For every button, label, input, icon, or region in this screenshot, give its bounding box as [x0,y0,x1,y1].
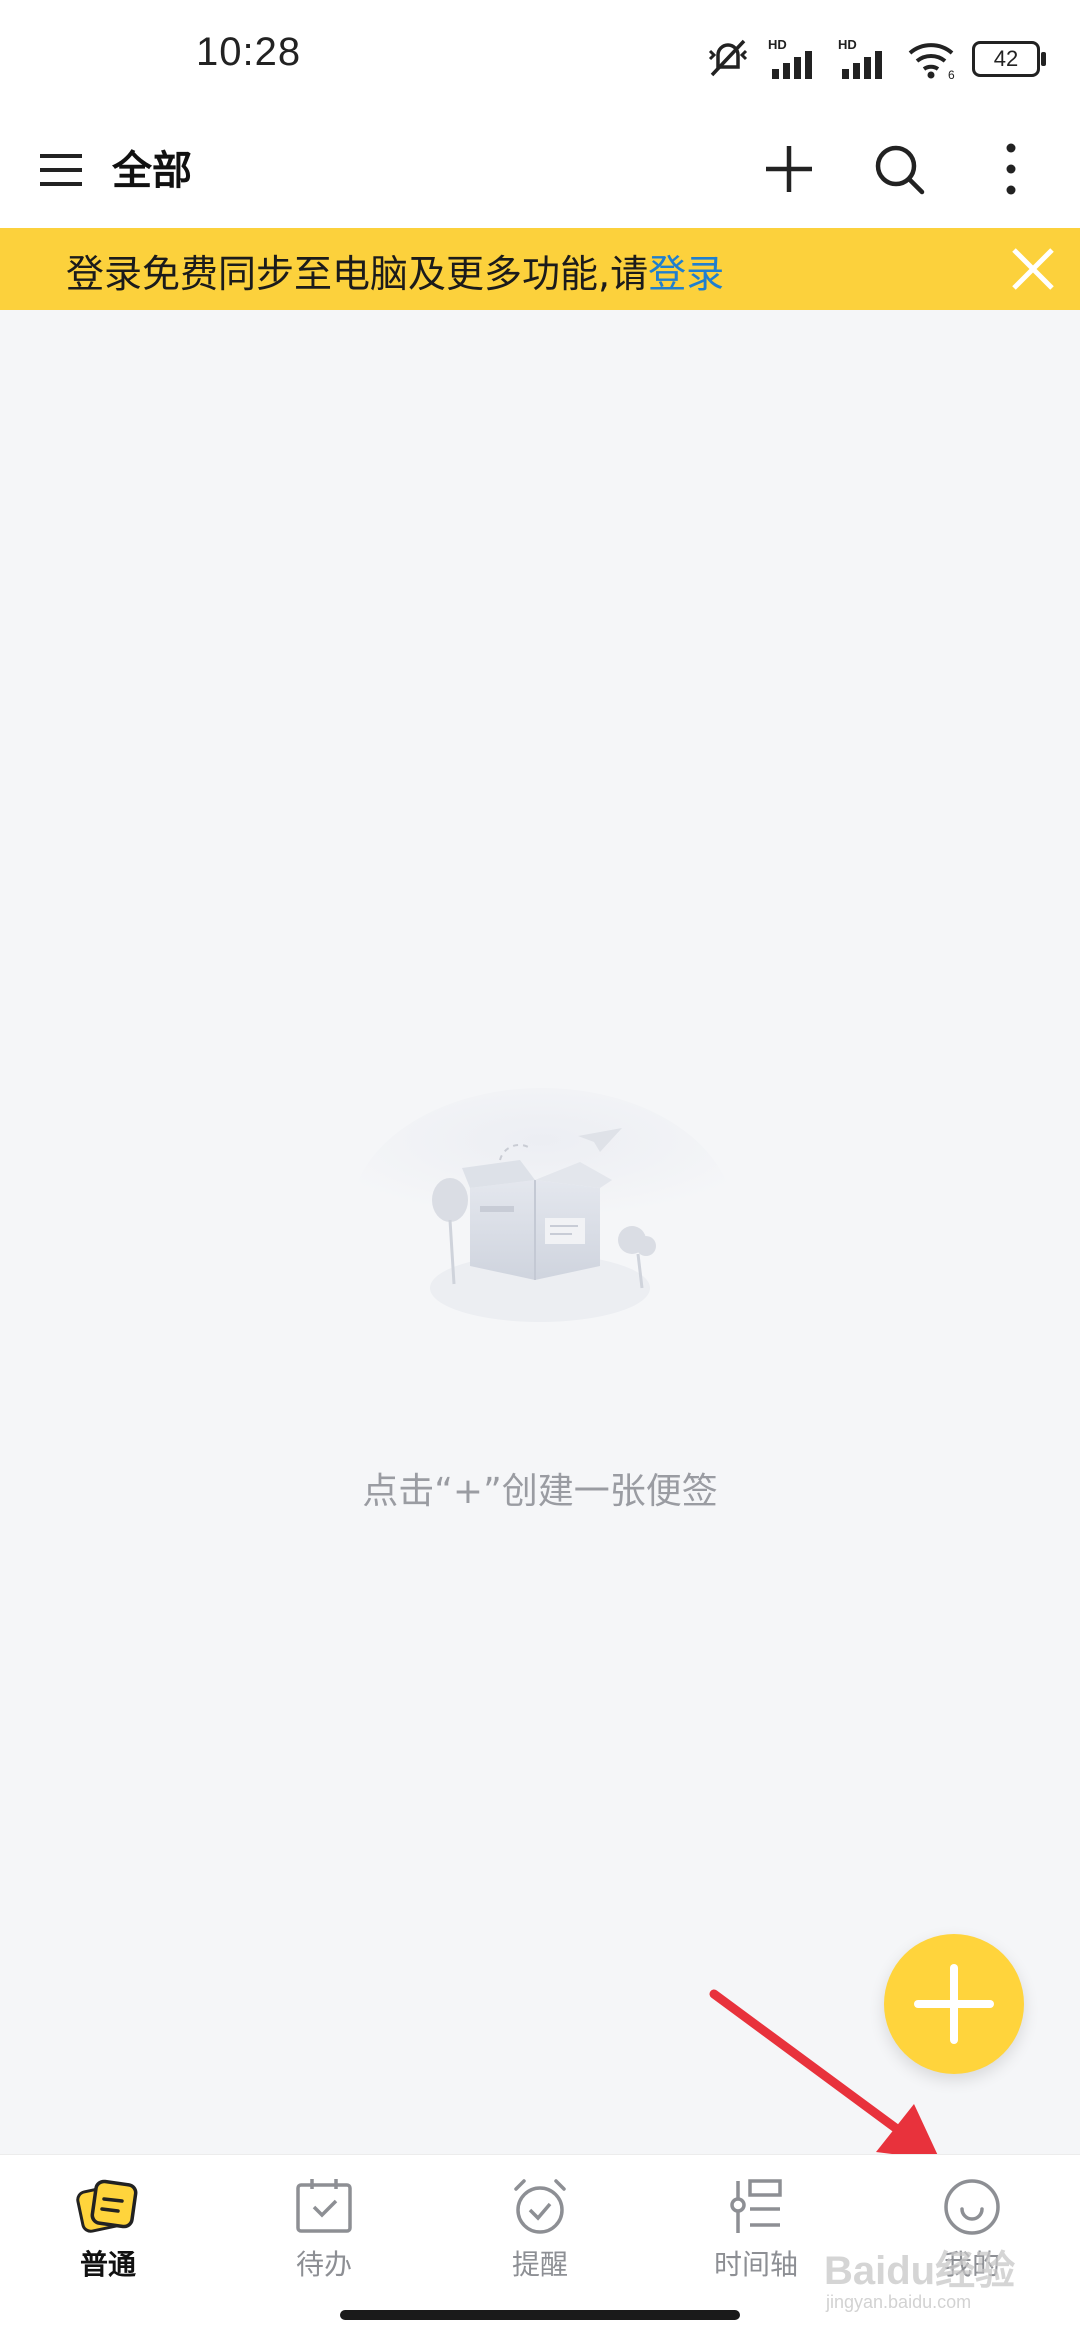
nav-label-normal: 普通 [79,2248,136,2281]
menu-icon[interactable] [36,140,86,200]
nav-label-todo: 待办 [295,2248,352,2281]
page-title[interactable]: 全部 [112,138,192,196]
status-bar: 10:28 HD HD 6 42 [0,0,1080,112]
timeline-icon [730,2179,782,2233]
empty-state-message: 点击“+”创建一张便签 [362,1471,718,1512]
add-icon[interactable] [754,134,824,204]
alarm-clock-icon [514,2179,566,2234]
signal-1-hd-label: HD [768,37,787,52]
nav-item-normal[interactable]: 普通 [0,2175,216,2285]
svg-text:6: 6 [948,68,955,81]
add-note-button[interactable] [884,1934,1024,2074]
nav-label-reminder: 提醒 [511,2248,568,2281]
plus-icon [914,1964,994,2044]
watermark-brand: Baidu经验 [824,2249,1016,2293]
app-header: 全部 [0,112,1080,228]
banner-message: 登录免费同步至电脑及更多功能,请 [66,252,649,296]
login-banner: 登录免费同步至电脑及更多功能,请登录 [0,228,1080,310]
status-icons: HD HD 6 42 [704,34,1046,84]
home-indicator[interactable] [340,2310,740,2320]
nav-item-todo[interactable]: 待办 [216,2175,432,2285]
calendar-check-icon [296,2179,352,2233]
nav-item-reminder[interactable]: 提醒 [432,2175,648,2285]
close-icon[interactable] [1006,242,1060,296]
mute-vibrate-icon [708,39,748,77]
signal-2-hd-label: HD [838,37,857,52]
more-vertical-icon[interactable] [976,134,1046,204]
signal-1-icon: HD [768,37,812,79]
smiley-icon [944,2179,1000,2235]
signal-2-icon: HD [838,37,882,79]
wifi-icon: 6 [908,43,955,81]
watermark-url: jingyan.baidu.com [826,2292,972,2312]
notes-icon [76,2179,138,2233]
battery-icon: 42 [972,41,1046,77]
search-icon[interactable] [864,134,934,204]
status-time: 10:28 [196,30,302,74]
login-link[interactable]: 登录 [648,252,724,296]
banner-text: 登录免费同步至电脑及更多功能,请登录 [66,243,724,298]
empty-box-illustration [350,1088,734,1322]
